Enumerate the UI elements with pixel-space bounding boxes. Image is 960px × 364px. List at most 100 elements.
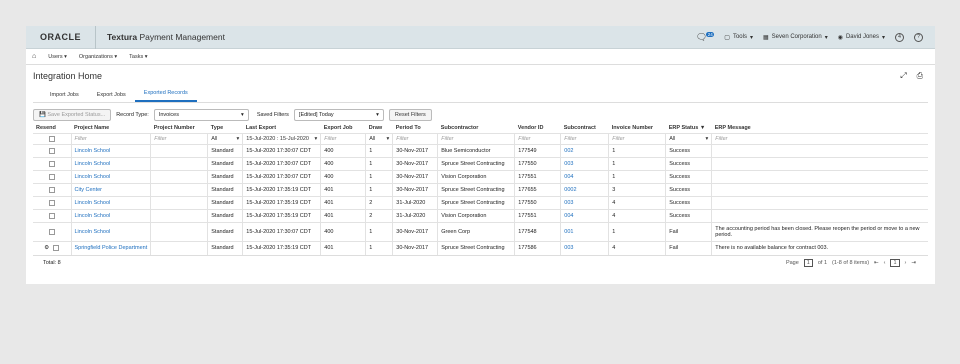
filter-input[interactable]: Filter [437,133,515,145]
filter-input[interactable]: Filter [70,133,151,145]
subcontract-link[interactable]: 004 [560,170,609,184]
total-count: Total: 8 [43,260,61,266]
column-header[interactable]: ERP Status ▼ [666,123,712,134]
resend-cell[interactable] [33,144,71,158]
project-name-link[interactable]: Lincoln School [70,196,151,210]
row-checkbox[interactable] [48,186,55,193]
table-cell [711,183,928,197]
page-input[interactable]: 1 [803,259,813,267]
filter-select[interactable]: All ▾ [365,133,393,145]
subcontract-link[interactable]: 004 [560,209,609,223]
resend-cell[interactable] [33,196,71,210]
app-frame: ORACLE Textura Payment Management 🗨 24 ▢… [26,25,935,284]
project-name-link[interactable]: City Center [70,183,151,197]
table-cell: 401 [320,241,366,255]
tab-import-jobs[interactable]: Import Jobs [41,92,88,102]
project-name-link[interactable]: Lincoln School [70,144,151,158]
filter-input[interactable]: Filter [560,133,609,145]
sort-desc-icon[interactable]: ▼ [698,125,705,131]
filter-select[interactable]: 15-Jul-2020 : 15-Jul-2020 ▾ [242,133,321,145]
filter-input[interactable]: Filter [711,133,928,145]
row-checkbox[interactable] [48,147,55,154]
menu-organizations[interactable]: Organizations ▾ [79,54,117,60]
table-cell: 1 [365,144,393,158]
record-type-select[interactable]: Invoices ▾ [153,108,249,121]
column-header[interactable]: Vendor ID [515,123,561,134]
saved-filters-select[interactable]: [Edited] Today ▾ [293,108,384,121]
reset-filters-button[interactable]: Reset Filters [388,108,432,121]
resend-cell[interactable] [33,222,71,242]
filter-input[interactable]: Filter [320,133,366,145]
filter-select[interactable]: All ▾ [665,133,712,145]
current-page-button[interactable]: 1 [890,259,900,267]
last-page-icon[interactable]: ⇥ [911,260,916,266]
subcontract-link[interactable]: 003 [560,196,609,210]
tab-exported-records[interactable]: Exported Records [134,90,197,102]
column-header[interactable]: Draw [366,123,393,134]
home-icon[interactable]: ⌂ [32,53,36,60]
row-checkbox[interactable] [48,212,55,219]
column-header[interactable]: ERP Message [712,123,928,134]
row-checkbox[interactable] [48,173,55,180]
first-page-icon[interactable]: ⇤ [874,260,879,266]
checkbox[interactable] [48,135,55,142]
save-exported-status-button[interactable]: 💾 Save Exported Status... [33,108,112,121]
company-menu[interactable]: ▦ Seven Corporation ▾ [763,34,828,41]
resend-cell[interactable] [33,170,71,184]
select-all-checkbox[interactable] [33,133,71,145]
column-header[interactable]: Type [208,123,243,134]
column-header[interactable]: Export Job [321,123,366,134]
row-checkbox[interactable] [48,199,55,206]
oracle-logo[interactable]: ORACLE [26,25,96,49]
tools-menu[interactable]: ▢ Tools ▾ [724,34,753,41]
expand-icon[interactable]: ⤢ [900,71,906,81]
column-header[interactable]: Subcontract [561,123,609,134]
project-name-link[interactable]: Springfield Police Department [70,241,151,255]
project-name-link[interactable]: Lincoln School [70,209,151,223]
resend-cell[interactable] [33,209,71,223]
column-header[interactable]: Project Name [71,123,151,134]
print-icon[interactable]: ⎙ [917,71,923,81]
row-checkbox[interactable] [53,245,60,252]
project-name-link[interactable]: Lincoln School [70,222,151,242]
filter-input[interactable]: Filter [392,133,438,145]
filter-input[interactable]: Filter [608,133,666,145]
column-header[interactable]: Last Export [243,123,321,134]
column-header[interactable]: Project Number [151,123,208,134]
menu-tasks[interactable]: Tasks ▾ [129,54,147,60]
gear-icon[interactable]: ⚙ [44,245,49,251]
subcontract-link[interactable]: 003 [560,241,609,255]
resend-cell[interactable] [33,183,71,197]
project-name-link[interactable]: Lincoln School [70,170,151,184]
resend-cell[interactable]: ⚙ [33,241,71,255]
next-page-icon[interactable]: › [905,260,907,266]
column-header[interactable]: Resend [33,123,71,134]
user-menu[interactable]: ◉ David Jones ▾ [838,34,885,41]
row-checkbox[interactable] [48,160,55,167]
subcontract-link[interactable]: 001 [560,222,609,242]
filter-select-value: All [369,136,376,142]
subcontract-link[interactable]: 002 [560,144,609,158]
column-header[interactable]: Period To [393,123,438,134]
subcontract-link[interactable]: 003 [560,157,609,171]
table-row: Lincoln School Standard 15-Jul-2020 17:30:… [33,157,928,171]
messages-button[interactable]: 🗨 24 [696,32,715,43]
notifications-button[interactable]: 4 [895,32,904,42]
prev-page-icon[interactable]: ‹ [884,260,886,266]
column-header[interactable]: Invoice Number [609,123,666,134]
help-button[interactable]: ? [914,32,923,42]
subcontract-link[interactable]: 0002 [560,183,609,197]
table-cell: 400 [320,170,366,184]
resend-cell[interactable] [33,157,71,171]
table-cell [711,170,928,184]
menu-users[interactable]: Users ▾ [48,54,67,60]
filter-input[interactable]: Filter [514,133,561,145]
table-cell: 30-Nov-2017 [392,170,438,184]
row-checkbox[interactable] [48,228,55,235]
column-header[interactable]: Subcontractor [438,123,515,134]
filter-select[interactable]: All ▾ [207,133,243,145]
table-cell [150,222,208,242]
filter-input[interactable]: Filter [150,133,208,145]
tab-export-jobs[interactable]: Export Jobs [88,92,135,102]
project-name-link[interactable]: Lincoln School [70,157,151,171]
